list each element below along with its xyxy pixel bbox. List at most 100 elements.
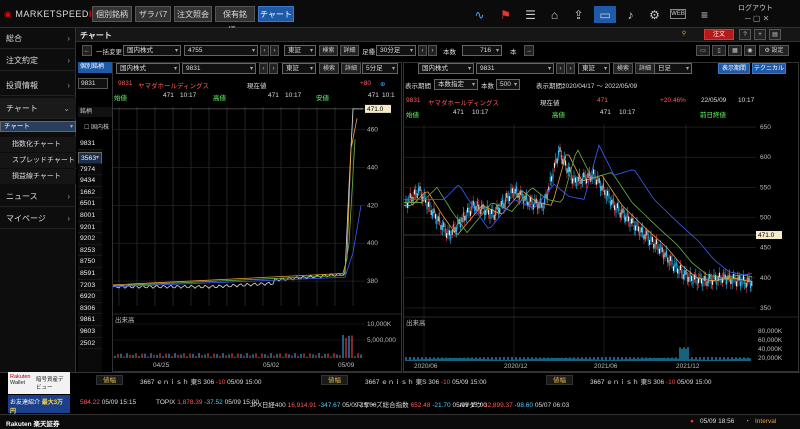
left-next-button[interactable]: ›	[269, 63, 278, 74]
left-exchange-select[interactable]: 東証	[282, 63, 316, 74]
list-item[interactable]: 2502	[78, 338, 102, 350]
left-period-select[interactable]: 5分足	[362, 63, 398, 74]
left-code-input[interactable]: 9831	[182, 63, 256, 74]
add-icon[interactable]: +	[754, 29, 766, 40]
menu-icon[interactable]: ≡	[696, 6, 713, 23]
sidebar-item-mypage[interactable]: マイページ ›	[0, 208, 76, 229]
sidebar-item-orders[interactable]: 注文約定 ›	[0, 50, 76, 71]
sidebar-sub-chart[interactable]: チャート	[0, 121, 76, 132]
right-exchange-select[interactable]: 東証	[578, 63, 610, 74]
settings-icon[interactable]: ⚙	[646, 6, 663, 23]
sidebar-item-overview[interactable]: 総合 ›	[0, 28, 76, 49]
list-item[interactable]: 9201	[78, 222, 102, 234]
sidebar-sub-index-chart[interactable]: 指数化チャート	[0, 137, 76, 152]
list-item[interactable]: 7974	[78, 164, 102, 176]
right-search-button[interactable]: 検索	[613, 63, 633, 74]
bell-icon[interactable]: ♪	[622, 6, 639, 23]
pulse-icon[interactable]: ∿	[471, 6, 488, 23]
list-item[interactable]: 1662	[78, 187, 102, 199]
upload-icon[interactable]: ⇪	[570, 6, 587, 23]
news-icon[interactable]: ☰	[522, 6, 539, 23]
sidebar-sub-pl-chart[interactable]: 損益線チャート	[0, 169, 76, 184]
right-next-button[interactable]: ›	[566, 63, 575, 74]
right-code-input[interactable]: 9831	[476, 63, 554, 74]
arrow-right-icon[interactable]: →	[524, 45, 534, 56]
layout-single-icon[interactable]: ▭	[696, 45, 710, 56]
left-price-chart[interactable]: 460 440 420 400 380 471.0 出来高 10,000K 5,000,000 0…	[113, 101, 401, 371]
layout-grid-icon[interactable]: ▦	[728, 45, 742, 56]
search-button[interactable]: 検索	[319, 45, 338, 56]
list-item[interactable]: 8591	[78, 268, 102, 280]
left-prev-button[interactable]: ‹	[259, 63, 268, 74]
web-icon[interactable]: WEB	[670, 9, 686, 19]
tab-zaraba[interactable]: ザラバ7	[135, 6, 171, 22]
home-icon[interactable]: ⌂	[546, 6, 563, 23]
window-controls[interactable]: ─ ▢ ✕	[745, 14, 769, 23]
list-item[interactable]: 9861	[78, 314, 102, 326]
technical-button[interactable]: テクニカル	[752, 63, 786, 74]
ticker-item[interactable]: 3667 ｅｎｉｓｈ 東S 306 -10 05/09 15:00	[140, 376, 262, 386]
right-detail-button[interactable]: 詳細	[635, 63, 655, 74]
list-item[interactable]: 8750	[78, 256, 102, 268]
left-detail-button[interactable]: 詳細	[341, 63, 361, 74]
index-item[interactable]: NYダウ 32,899.37 -98.60 05/07 06:03	[460, 399, 569, 409]
list-item[interactable]: 9831	[78, 138, 102, 150]
ticker-item[interactable]: 3667 ｅｎｉｓｈ 東S 306 -10 05/09 15:00	[590, 376, 712, 386]
list-item[interactable]: 3563	[78, 152, 102, 164]
left-detail-icon[interactable]: ⊕	[380, 80, 385, 88]
prev-period-button[interactable]: ‹	[418, 45, 427, 56]
watch-code-input[interactable]: 9831	[78, 78, 108, 89]
alert-flag-icon[interactable]: ⚑	[497, 6, 514, 23]
left-search-button[interactable]: 検索	[319, 63, 339, 74]
right-prev-button[interactable]: ‹	[556, 63, 565, 74]
tab-order-inquiry[interactable]: 注文照会	[174, 6, 212, 22]
list-item[interactable]: 8306	[78, 303, 102, 315]
prev-button[interactable]: ‹	[260, 45, 269, 56]
settings-button[interactable]: ⚙ 設定	[759, 45, 789, 56]
help-icon[interactable]: ?	[739, 29, 751, 40]
tab-holdings[interactable]: 保有銘柄...	[215, 6, 255, 35]
ticker-item[interactable]: 3667 ｅｎｉｓｈ 東S 306 -10 05/09 15:00	[365, 376, 487, 386]
layout-split-icon[interactable]: ▯	[712, 45, 726, 56]
referral-ad[interactable]: お友達紹介 最大3万円	[8, 395, 70, 415]
right-price-chart[interactable]: 650 600 550 500 450 400 350 471.0 出来高 80,000K 60,0…	[404, 118, 798, 371]
next-period-button[interactable]: ›	[428, 45, 437, 56]
save-icon[interactable]: ▤	[769, 29, 781, 40]
camera-icon[interactable]: ◉	[744, 45, 756, 56]
list-item[interactable]: 9434	[78, 175, 102, 187]
link-icon[interactable]: ⚲	[679, 29, 689, 40]
wallet-ad[interactable]: Rakuten Wallet 暗号資産デビュー	[8, 372, 70, 394]
sidebar-item-info[interactable]: 投資情報 ›	[0, 75, 76, 96]
count-input[interactable]: 716	[462, 45, 502, 56]
display-period-button[interactable]: 表示期間	[718, 63, 750, 74]
list-item[interactable]: 6501	[78, 198, 102, 210]
card-icon[interactable]: ▭	[594, 6, 616, 23]
logout-button[interactable]: ログアウト	[738, 3, 773, 13]
market-select[interactable]: 国内株式	[123, 45, 181, 56]
list-item[interactable]: 6920	[78, 291, 102, 303]
right-market-select[interactable]: 国内株式	[418, 63, 474, 74]
right-freq-select[interactable]: 日足	[654, 63, 692, 74]
list-item[interactable]: 8001	[78, 210, 102, 222]
list-item[interactable]: 9202	[78, 233, 102, 245]
sidebar-sub-spread-chart[interactable]: スプレッドチャート	[0, 153, 76, 168]
list-item[interactable]: 7203	[78, 280, 102, 292]
list-item[interactable]: 9603	[78, 326, 102, 338]
right-display-mode-select[interactable]: 本数指定	[434, 79, 478, 90]
tab-stock-info[interactable]: 個別銘柄	[92, 6, 132, 22]
right-count-input[interactable]: 500	[496, 79, 520, 90]
detail-button[interactable]: 詳細	[340, 45, 359, 56]
left-market-select[interactable]: 国内株式	[116, 63, 180, 74]
sidebar-item-news[interactable]: ニュース ›	[0, 186, 76, 207]
arrow-left-icon[interactable]: ←	[82, 45, 92, 56]
index-item[interactable]: 584.22 05/09 15:15	[80, 399, 136, 406]
list-item[interactable]: 8253	[78, 245, 102, 257]
index-item[interactable]: TOPIX 1,878.39 -37.52 05/09 15:00	[156, 399, 259, 406]
exchange-select[interactable]: 東証	[284, 45, 316, 56]
tab-stock[interactable]: 個別銘柄	[78, 62, 112, 73]
tab-chart[interactable]: チャート	[258, 6, 294, 22]
sidebar-item-chart[interactable]: チャート ⌄	[0, 98, 76, 119]
next-button[interactable]: ›	[270, 45, 279, 56]
code-input[interactable]: 4755	[184, 45, 258, 56]
order-button[interactable]: 注文	[704, 29, 734, 40]
